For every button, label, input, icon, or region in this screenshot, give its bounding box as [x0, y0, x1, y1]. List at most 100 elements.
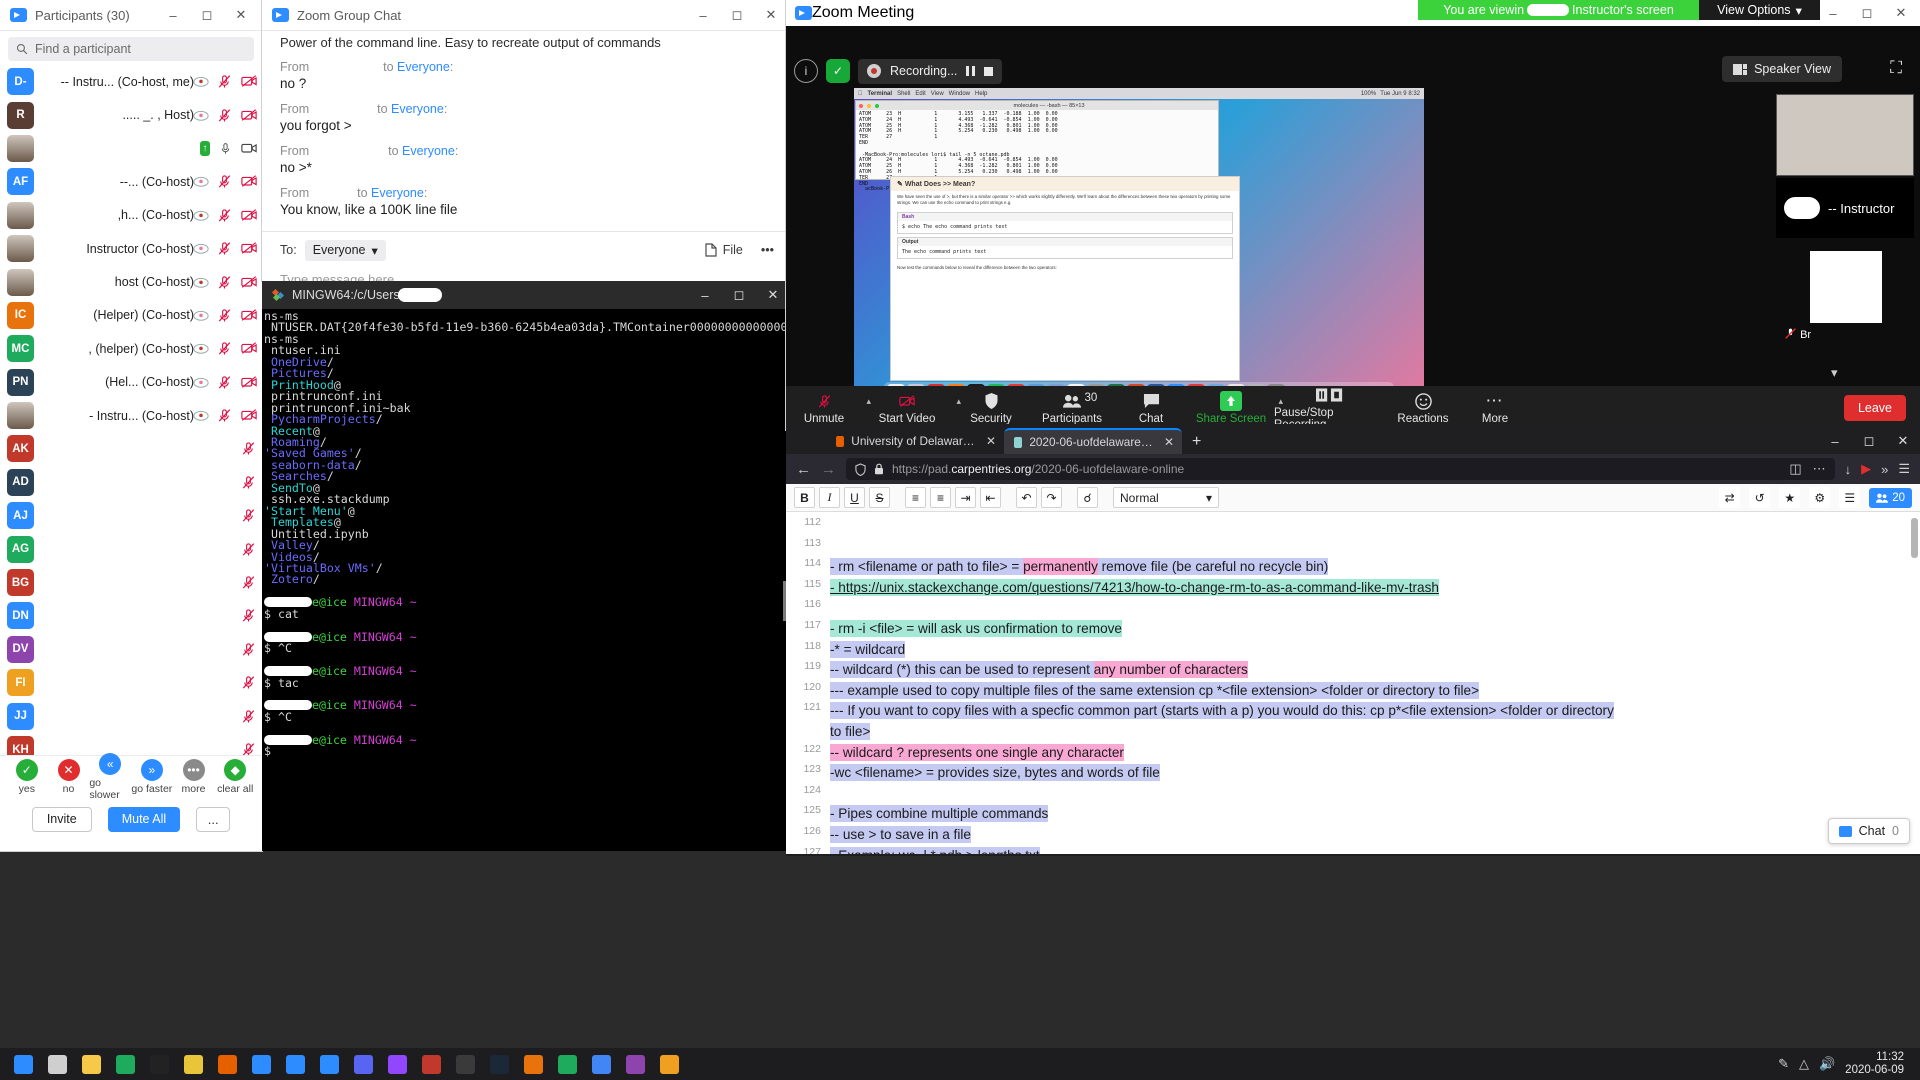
forward-button[interactable]: →	[821, 461, 836, 478]
minimize-button[interactable]: –	[686, 0, 720, 30]
leave-button[interactable]: Leave	[1844, 395, 1906, 421]
reaction-yes[interactable]: ✓ yes	[6, 759, 48, 795]
mic-muted-icon[interactable]	[217, 208, 232, 223]
pad-chat-button[interactable]: Chat 0	[1828, 818, 1910, 844]
enter-fullscreen-icon[interactable]: ⛶	[1890, 58, 1902, 78]
participant-row[interactable]: ↑	[0, 132, 262, 165]
star-icon[interactable]: ★	[1779, 487, 1800, 508]
format-select[interactable]: Normal ▾	[1113, 487, 1219, 508]
taskbar-yellow-app[interactable]	[176, 1049, 210, 1079]
connected-users-badge[interactable]: 20	[1869, 488, 1912, 508]
close-button[interactable]: ✕	[1884, 0, 1918, 28]
mic-muted-icon[interactable]	[241, 709, 256, 724]
participant-row[interactable]: MC, (helper) (Co-host)	[0, 332, 262, 365]
taskbar-voice-recorder[interactable]	[448, 1049, 482, 1079]
stop-icon[interactable]	[984, 67, 993, 76]
video-off-icon[interactable]	[241, 208, 256, 223]
participant-row[interactable]: BG	[0, 566, 262, 599]
taskbar-task-view-button[interactable]	[40, 1049, 74, 1079]
close-button[interactable]: ✕	[754, 0, 788, 30]
participant-row[interactable]: AJ	[0, 499, 262, 532]
mic-muted-icon[interactable]	[241, 642, 256, 657]
taskbar-twitch[interactable]	[380, 1049, 414, 1079]
reaction-more[interactable]: ••• more	[173, 759, 215, 795]
taskbar-purple-app[interactable]	[618, 1049, 652, 1079]
embed-icon[interactable]: ☰	[1839, 487, 1860, 508]
back-button[interactable]: ←	[796, 461, 811, 478]
taskbar-orange-app[interactable]	[652, 1049, 686, 1079]
participant-row[interactable]: Instructor (Co-host)	[0, 232, 262, 265]
unordered-list-button[interactable]: ≡	[930, 487, 951, 508]
mic-muted-icon[interactable]	[217, 341, 232, 356]
undo-button[interactable]: ↶	[1016, 487, 1037, 508]
maximize-button[interactable]: ◻	[1852, 428, 1886, 454]
mic-muted-icon[interactable]	[241, 441, 256, 456]
maximize-button[interactable]: ◻	[722, 280, 756, 310]
control-participants[interactable]: 30 Participants	[1030, 392, 1114, 425]
strikethrough-button[interactable]: S	[869, 487, 890, 508]
pen-icon[interactable]: ✎	[1778, 1056, 1789, 1072]
participants-list[interactable]: D- -- Instru... (Co-host, me) R ..... _. , …	[0, 65, 262, 755]
video-icon[interactable]	[241, 141, 256, 156]
participant-row[interactable]: PN (Hel... (Co-host)	[0, 366, 262, 399]
new-tab-button[interactable]: +	[1192, 433, 1201, 451]
clock[interactable]: 11:32 2020-06-09	[1845, 1051, 1904, 1077]
network-icon[interactable]: △	[1799, 1056, 1809, 1072]
reader-view-icon[interactable]: ◫	[1789, 461, 1801, 477]
control-unmute[interactable]: ▴ Unmute	[786, 392, 862, 425]
browser-tab-1[interactable]: 2020-06-uofdelaware-online | T ✕	[1004, 428, 1182, 454]
participant-row[interactable]: AK	[0, 432, 262, 465]
maximize-button[interactable]: ◻	[720, 0, 754, 30]
mic-muted-icon[interactable]	[217, 74, 232, 89]
taskbar-teal-app[interactable]	[108, 1049, 142, 1079]
taskbar-chrome[interactable]	[584, 1049, 618, 1079]
mac-menu-edit[interactable]: Edit	[915, 91, 925, 97]
control-more[interactable]: ⋯ More	[1460, 392, 1530, 425]
mac-menu-terminal[interactable]: Terminal	[868, 91, 893, 97]
participants-more-button[interactable]: ...	[196, 807, 230, 832]
taskbar-steam[interactable]	[482, 1049, 516, 1079]
minimize-button[interactable]: –	[688, 280, 722, 310]
participant-row[interactable]: AF --... (Co-host)	[0, 165, 262, 198]
participant-row[interactable]: AG	[0, 532, 262, 565]
mic-muted-icon[interactable]	[217, 174, 232, 189]
bold-button[interactable]: B	[794, 487, 815, 508]
taskbar-green-app[interactable]	[550, 1049, 584, 1079]
taskbar-file-explorer[interactable]	[74, 1049, 108, 1079]
control-start-video[interactable]: ▴ Start Video	[862, 392, 952, 425]
indent-button[interactable]: ⇥	[955, 487, 976, 508]
instructor-tile[interactable]: -- Instructor	[1776, 178, 1914, 238]
underline-button[interactable]: U	[844, 487, 865, 508]
minimize-button[interactable]: –	[1816, 0, 1850, 28]
participant-row[interactable]: IC (Helper) (Co-host)	[0, 299, 262, 332]
video-off-icon[interactable]	[241, 375, 256, 390]
settings-gear-icon[interactable]: ⚙	[1809, 487, 1830, 508]
video-off-icon[interactable]	[241, 241, 256, 256]
participant-row[interactable]: R..... _. , Host)	[0, 98, 262, 131]
redo-button[interactable]: ↷	[1041, 487, 1062, 508]
mac-menu-shell[interactable]: Shell	[897, 91, 910, 97]
download-icon[interactable]: ↓	[1845, 462, 1852, 477]
outdent-button[interactable]: ⇤	[980, 487, 1001, 508]
reaction-clear-all[interactable]: ◆ clear all	[214, 759, 256, 795]
mic-muted-icon[interactable]	[241, 542, 256, 557]
instructor-tile-2[interactable]: Br ▾	[1776, 239, 1914, 389]
import-export-icon[interactable]: ⇄	[1719, 487, 1740, 508]
video-off-icon[interactable]	[241, 275, 256, 290]
participant-row[interactable]: DN	[0, 599, 262, 632]
close-button[interactable]: ✕	[756, 280, 790, 310]
video-off-icon[interactable]	[241, 308, 256, 323]
speaker-view-button[interactable]: Speaker View	[1722, 56, 1842, 82]
mic-muted-icon[interactable]	[241, 475, 256, 490]
video-off-icon[interactable]	[241, 408, 256, 423]
mic-muted-icon[interactable]	[217, 408, 232, 423]
taskbar-zoom[interactable]	[278, 1049, 312, 1079]
search-input[interactable]: Find a participant	[8, 37, 254, 61]
participant-row[interactable]: - Instru... (Co-host)	[0, 399, 262, 432]
raise-hand-icon[interactable]: ↑	[200, 141, 210, 156]
close-button[interactable]: ✕	[224, 0, 258, 30]
taskbar-dark-app[interactable]	[142, 1049, 176, 1079]
pad-scrollbar[interactable]	[1911, 518, 1918, 558]
minimize-button[interactable]: –	[1818, 428, 1852, 454]
taskbar-photos[interactable]	[312, 1049, 346, 1079]
